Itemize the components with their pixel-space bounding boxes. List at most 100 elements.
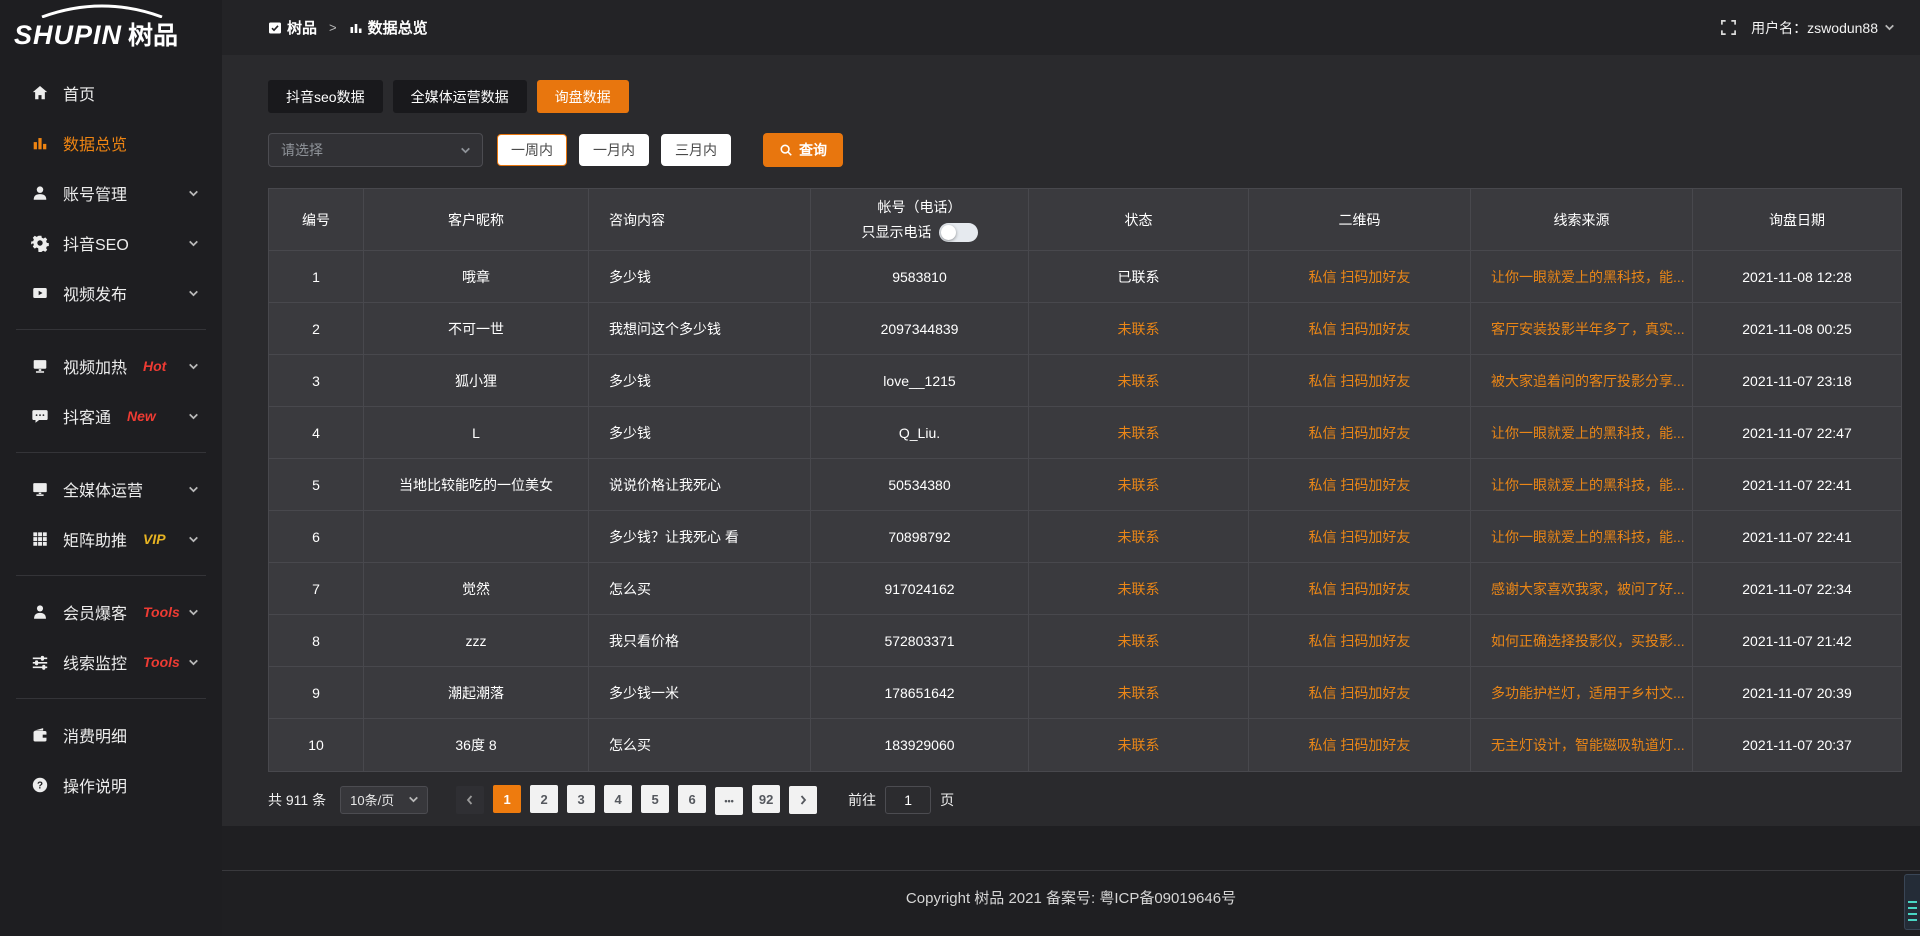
tab[interactable]: 全媒体运营数据 [393, 80, 527, 113]
main-area: 树品 > 数据总览 用户名： zswodun88 [222, 0, 1920, 936]
cell-no: 2 [269, 303, 364, 355]
sidebar-item-label: 线索监控 [63, 650, 127, 674]
cell-date: 2021-11-08 12:28 [1693, 251, 1901, 303]
person-icon [30, 602, 50, 622]
cell-content: 怎么买 [589, 719, 811, 771]
page-number-button[interactable]: 6 [678, 785, 706, 813]
fullscreen-icon[interactable] [1720, 19, 1737, 36]
cell-source-link[interactable]: 如何正确选择投影仪，买投影... [1471, 615, 1693, 667]
period-button[interactable]: 一周内 [497, 134, 567, 166]
page-size-select[interactable]: 10条/页 [340, 786, 428, 814]
sidebar-item-label: 账号管理 [63, 181, 127, 205]
sidebar-item-gear[interactable]: 抖音SEO [0, 218, 222, 268]
logo-text-cn: 树品 [128, 22, 178, 50]
tab[interactable]: 抖音seo数据 [268, 80, 383, 113]
table-row: 1 哦章 多少钱 9583810 已联系 私信 扫码加好友 让你一眼就爱上的黑科… [269, 251, 1901, 303]
content-area: 抖音seo数据全媒体运营数据询盘数据 请选择 一周内一月内三月内 查询 [222, 55, 1920, 826]
cell-qrcode-link[interactable]: 私信 扫码加好友 [1249, 719, 1471, 771]
user-menu[interactable]: 用户名： zswodun88 [1751, 18, 1896, 38]
page-number-button[interactable]: 3 [567, 785, 595, 813]
cell-source-link[interactable]: 客厅安装投影半年多了，真实... [1471, 303, 1693, 355]
cell-qrcode-link[interactable]: 私信 扫码加好友 [1249, 355, 1471, 407]
cell-account: Q_Liu. [811, 407, 1029, 459]
cell-source-link[interactable]: 感谢大家喜欢我家，被问了好... [1471, 563, 1693, 615]
cell-source-link[interactable]: 让你一眼就爱上的黑科技，能... [1471, 459, 1693, 511]
page-number-button[interactable]: 5 [641, 785, 669, 813]
page-number-button[interactable]: 2 [530, 785, 558, 813]
cell-date: 2021-11-07 22:41 [1693, 459, 1901, 511]
cell-content: 多少钱？让我死心 看 [589, 511, 811, 563]
cell-no: 4 [269, 407, 364, 459]
bar-chart-icon [349, 21, 363, 35]
cell-account: 70898792 [811, 511, 1029, 563]
period-button[interactable]: 一月内 [579, 134, 649, 166]
cell-no: 3 [269, 355, 364, 407]
cell-nickname: 当地比较能吃的一位美女 [364, 459, 589, 511]
sidebar-item-grid[interactable]: 矩阵助推 VIP [0, 514, 222, 564]
sidebar-item-person[interactable]: 会员爆客 Tools [0, 587, 222, 637]
cell-qrcode-link[interactable]: 私信 扫码加好友 [1249, 407, 1471, 459]
page-number-button[interactable]: 1 [493, 785, 521, 813]
period-button[interactable]: 三月内 [661, 134, 731, 166]
cell-no: 6 [269, 511, 364, 563]
nav-divider [16, 329, 206, 330]
query-button[interactable]: 查询 [763, 133, 843, 167]
chevron-down-icon [407, 793, 420, 806]
col-header-status: 状态 [1029, 189, 1249, 251]
logo[interactable]: SHUPIN树品 [0, 0, 222, 58]
table-row: 5 当地比较能吃的一位美女 说说价格让我死心 50534380 未联系 私信 扫… [269, 459, 1901, 511]
sidebar-item-tv[interactable]: 视频加热 Hot [0, 341, 222, 391]
sidebar-item-home[interactable]: 首页 [0, 68, 222, 118]
phone-only-toggle[interactable] [939, 223, 978, 242]
cell-qrcode-link[interactable]: 私信 扫码加好友 [1249, 511, 1471, 563]
prev-page-button[interactable] [456, 786, 484, 814]
page-number-button[interactable]: 4 [604, 785, 632, 813]
cell-qrcode-link[interactable]: 私信 扫码加好友 [1249, 667, 1471, 719]
cell-source-link[interactable]: 让你一眼就爱上的黑科技，能... [1471, 511, 1693, 563]
col-header-no: 编号 [269, 189, 364, 251]
sidebar-item-monitor[interactable]: 全媒体运营 [0, 464, 222, 514]
goto-page-input[interactable] [885, 786, 931, 814]
cell-account: 178651642 [811, 667, 1029, 719]
cell-qrcode-link[interactable]: 私信 扫码加好友 [1249, 563, 1471, 615]
page-number-button[interactable]: 92 [752, 785, 780, 813]
breadcrumb-home[interactable]: 树品 [287, 17, 317, 38]
next-page-button[interactable] [789, 786, 817, 814]
chevron-down-icon [187, 237, 200, 250]
cell-source-link[interactable]: 被大家追着问的客厅投影分享... [1471, 355, 1693, 407]
page-unit-label: 页 [940, 790, 954, 810]
cell-qrcode-link[interactable]: 私信 扫码加好友 [1249, 303, 1471, 355]
user-icon [30, 183, 50, 203]
sidebar-item-wallet[interactable]: 消费明细 [0, 710, 222, 760]
chevron-down-icon [187, 656, 200, 669]
sidebar-item-bar-chart[interactable]: 数据总览 [0, 118, 222, 168]
cell-qrcode-link[interactable]: 私信 扫码加好友 [1249, 251, 1471, 303]
sidebar-item-label: 会员爆客 [63, 600, 127, 624]
cell-source-link[interactable]: 无主灯设计，智能磁吸轨道灯... [1471, 719, 1693, 771]
sidebar-item-sliders[interactable]: 线索监控 Tools [0, 637, 222, 687]
cell-date: 2021-11-08 00:25 [1693, 303, 1901, 355]
cell-source-link[interactable]: 让你一眼就爱上的黑科技，能... [1471, 407, 1693, 459]
sidebar-item-user[interactable]: 账号管理 [0, 168, 222, 218]
cell-date: 2021-11-07 20:39 [1693, 667, 1901, 719]
cell-source-link[interactable]: 让你一眼就爱上的黑科技，能... [1471, 251, 1693, 303]
sidebar-item-help[interactable]: ? 操作说明 [0, 760, 222, 810]
sidebar-item-label: 首页 [63, 81, 95, 105]
cell-qrcode-link[interactable]: 私信 扫码加好友 [1249, 615, 1471, 667]
col-header-source: 线索来源 [1471, 189, 1693, 251]
cell-nickname [364, 511, 589, 563]
floating-widget[interactable] [1904, 874, 1920, 930]
tab[interactable]: 询盘数据 [537, 80, 629, 113]
cell-source-link[interactable]: 多功能护栏灯，适用于乡村文... [1471, 667, 1693, 719]
sidebar-item-chat[interactable]: 抖客通 New [0, 391, 222, 441]
cell-qrcode-link[interactable]: 私信 扫码加好友 [1249, 459, 1471, 511]
filter-select[interactable]: 请选择 [268, 133, 483, 167]
bar-chart-icon [30, 133, 50, 153]
sliders-icon [30, 652, 50, 672]
username-value: zswodun88 [1807, 20, 1878, 36]
sidebar-item-video-publish[interactable]: 视频发布 [0, 268, 222, 318]
cell-status: 已联系 [1029, 251, 1249, 303]
cell-account: love__1215 [811, 355, 1029, 407]
cell-nickname: 觉然 [364, 563, 589, 615]
more-pages-button[interactable]: ••• [715, 787, 743, 815]
